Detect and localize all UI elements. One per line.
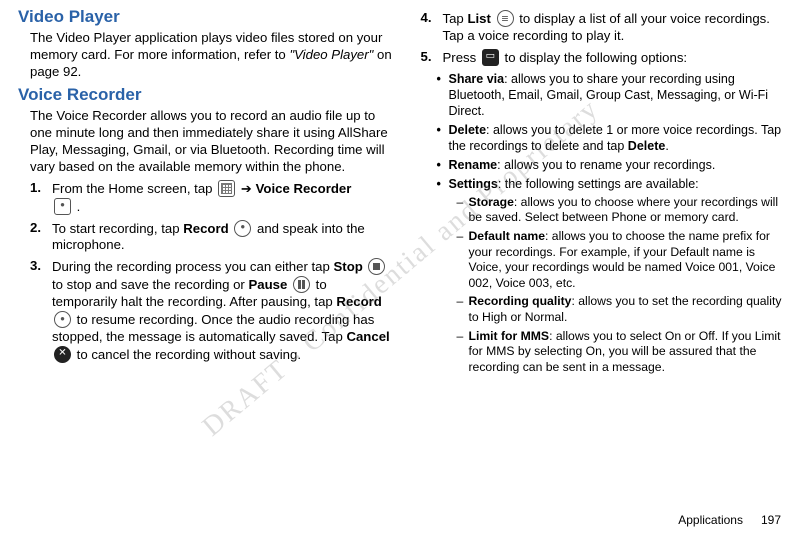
text: .	[665, 139, 668, 153]
label: Recording quality	[469, 294, 572, 308]
bullet-text: Settings: the following settings are ava…	[449, 176, 699, 192]
text: to display a list of all your voice reco…	[443, 11, 770, 43]
text: to display the following options:	[501, 50, 687, 65]
menu-key-icon	[482, 49, 499, 66]
pause-icon	[293, 276, 310, 293]
dash-storage: – Storage: allows you to choose where yo…	[457, 195, 784, 226]
bullet-list: • Share via: allows you to share your re…	[437, 71, 784, 376]
text: : the following settings are available:	[498, 177, 699, 191]
step-number: 3.	[30, 258, 52, 363]
dash-list: – Storage: allows you to choose where yo…	[457, 195, 784, 376]
heading-voice-recorder: Voice Recorder	[18, 84, 393, 106]
footer-page-number: 197	[761, 513, 781, 527]
label-record: Record	[183, 221, 228, 236]
dash-text: Default name: allows you to choose the n…	[469, 229, 784, 291]
dash-text: Storage: allows you to choose where your…	[469, 195, 784, 226]
text: : allows you to delete 1 or more voice r…	[449, 123, 782, 153]
text: From the Home screen, tap	[52, 181, 216, 196]
step-number: 2.	[30, 220, 52, 255]
text: : allows you to rename your recordings.	[497, 158, 715, 172]
text: to resume recording. Once the audio reco…	[52, 312, 374, 344]
numbered-list-cont: 4. Tap List to display a list of all you…	[421, 10, 784, 67]
bullet-text: Delete: allows you to delete 1 or more v…	[449, 122, 784, 154]
bullet-delete: • Delete: allows you to delete 1 or more…	[437, 122, 784, 154]
label: Default name	[469, 229, 546, 243]
text: To start recording, tap	[52, 221, 183, 236]
dash-text: Recording quality: allows you to set the…	[469, 294, 784, 325]
voice-recorder-paragraph: The Voice Recorder allows you to record …	[30, 108, 393, 176]
voice-recorder-app-icon	[54, 198, 71, 215]
label-cancel: Cancel	[346, 329, 389, 344]
text: to stop and save the recording or	[52, 277, 248, 292]
footer-section: Applications	[678, 513, 743, 527]
bullet-icon: •	[437, 157, 449, 173]
label: Rename	[449, 158, 498, 172]
cross-ref: "Video Player"	[289, 47, 373, 62]
step-text: Tap List to display a list of all your v…	[443, 10, 784, 45]
heading-video-player: Video Player	[18, 6, 393, 28]
video-player-paragraph: The Video Player application plays video…	[30, 30, 393, 81]
text: Press	[443, 50, 480, 65]
label: Limit for MMS	[469, 329, 550, 343]
bullet-rename: • Rename: allows you to rename your reco…	[437, 157, 784, 173]
bullet-icon: •	[437, 176, 449, 192]
dash-recording-quality: – Recording quality: allows you to set t…	[457, 294, 784, 325]
label-record: Record	[336, 294, 381, 309]
step-text: During the recording process you can eit…	[52, 258, 393, 363]
bullet-text: Share via: allows you to share your reco…	[449, 71, 784, 119]
label: Settings	[449, 177, 498, 191]
bullet-icon: •	[437, 122, 449, 154]
dash-text: Limit for MMS: allows you to select On o…	[469, 329, 784, 376]
dash-icon: –	[457, 329, 469, 376]
cancel-icon	[54, 346, 71, 363]
step-text: From the Home screen, tap ➔ Voice Record…	[52, 180, 393, 216]
step-4: 4. Tap List to display a list of all you…	[421, 10, 784, 45]
label: Share via	[449, 72, 505, 86]
label-pause: Pause	[248, 277, 287, 292]
bullet-share-via: • Share via: allows you to share your re…	[437, 71, 784, 119]
bullet-settings: • Settings: the following settings are a…	[437, 176, 784, 192]
text: : allows you to choose where your record…	[469, 195, 779, 225]
step-text: Press to display the following options:	[443, 49, 784, 67]
dash-icon: –	[457, 294, 469, 325]
left-column: Video Player The Video Player applicatio…	[10, 6, 401, 535]
list-icon	[497, 10, 514, 27]
label-voice-recorder: Voice Recorder	[256, 181, 352, 196]
text: ➔	[237, 181, 255, 196]
step-number: 1.	[30, 180, 52, 216]
bullet-text: Rename: allows you to rename your record…	[449, 157, 716, 173]
dash-default-name: – Default name: allows you to choose the…	[457, 229, 784, 291]
right-column: 4. Tap List to display a list of all you…	[401, 6, 792, 535]
text: to cancel the recording without saving.	[73, 347, 301, 362]
step-5: 5. Press to display the following option…	[421, 49, 784, 67]
page-columns: Video Player The Video Player applicatio…	[0, 0, 801, 535]
bullet-icon: •	[437, 71, 449, 119]
label: Delete	[628, 139, 666, 153]
page-footer: Applications 197	[678, 513, 781, 527]
text: Tap	[443, 11, 468, 26]
step-number: 5.	[421, 49, 443, 67]
stop-icon	[368, 258, 385, 275]
numbered-list: 1. From the Home screen, tap ➔ Voice Rec…	[30, 180, 393, 364]
label-stop: Stop	[334, 259, 363, 274]
step-1: 1. From the Home screen, tap ➔ Voice Rec…	[30, 180, 393, 216]
record-icon	[234, 220, 251, 237]
step-number: 4.	[421, 10, 443, 45]
step-3: 3. During the recording process you can …	[30, 258, 393, 363]
text: .	[73, 199, 80, 214]
text: During the recording process you can eit…	[52, 259, 334, 274]
label: Delete	[449, 123, 487, 137]
step-text: To start recording, tap Record and speak…	[52, 220, 393, 255]
dash-limit-mms: – Limit for MMS: allows you to select On…	[457, 329, 784, 376]
apps-grid-icon	[218, 180, 235, 197]
step-2: 2. To start recording, tap Record and sp…	[30, 220, 393, 255]
dash-icon: –	[457, 195, 469, 226]
dash-icon: –	[457, 229, 469, 291]
label-list: List	[467, 11, 490, 26]
record-icon	[54, 311, 71, 328]
label: Storage	[469, 195, 514, 209]
